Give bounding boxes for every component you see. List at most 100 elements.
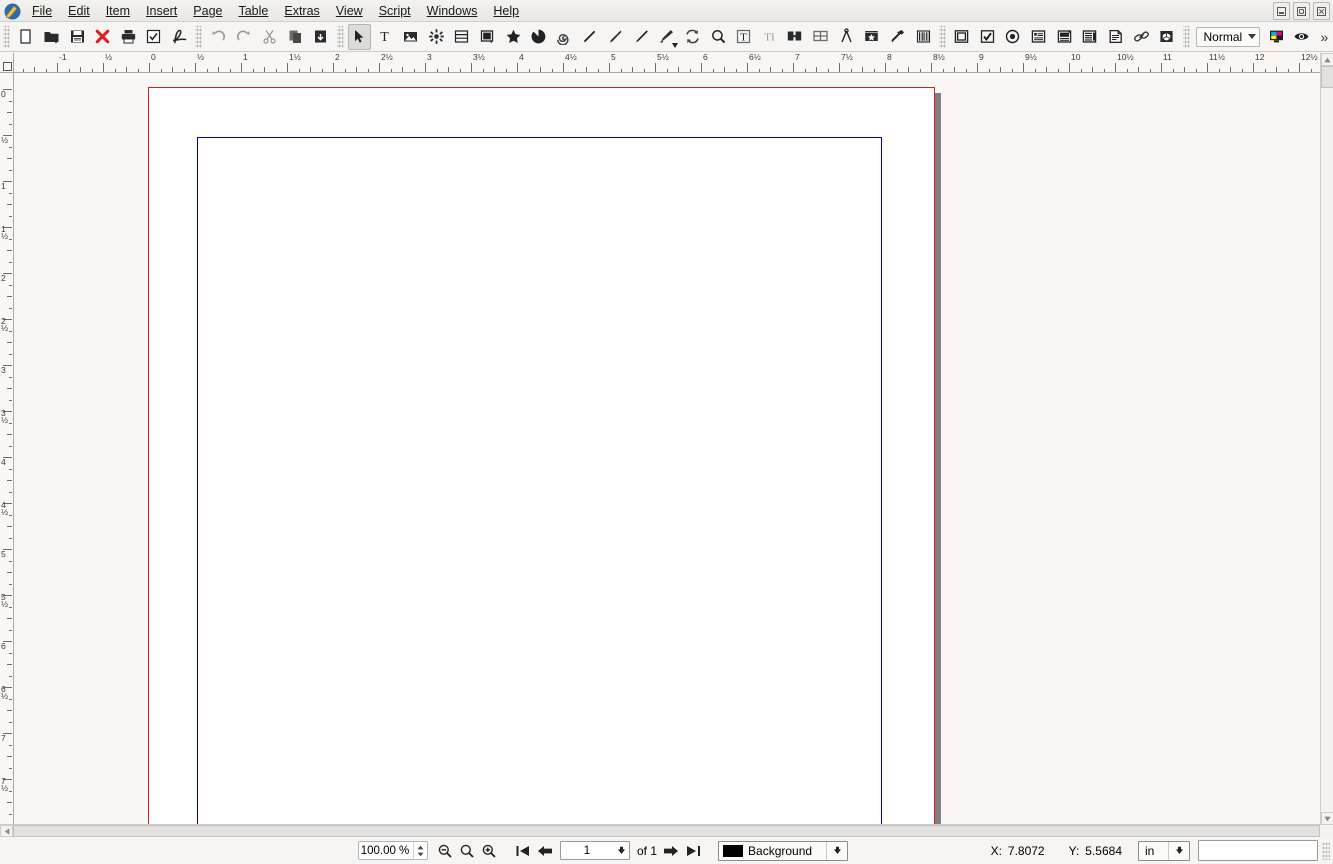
- go-first-page-icon[interactable]: [512, 840, 534, 861]
- ruler-origin-corner[interactable]: [0, 53, 14, 73]
- copy-item-properties-icon[interactable]: [860, 24, 884, 50]
- color-management-icon[interactable]: [1264, 24, 1288, 50]
- document-page[interactable]: [148, 87, 935, 825]
- page-number-dropdown-icon[interactable]: [613, 846, 629, 855]
- canvas-horizontal-scrollbar[interactable]: [0, 824, 1333, 837]
- insert-bezier-curve-icon[interactable]: [604, 24, 628, 50]
- ruler-label: 6: [1, 641, 6, 651]
- toolbar-grip-preview[interactable]: [1182, 25, 1190, 48]
- redo-icon[interactable]: [232, 24, 256, 50]
- insert-shape-icon[interactable]: [476, 24, 500, 50]
- rotate-item-icon[interactable]: [681, 24, 705, 50]
- pdf-text-annotation-icon[interactable]: [1104, 24, 1128, 50]
- unit-dropdown-icon[interactable]: [1168, 841, 1189, 860]
- document-canvas[interactable]: [14, 73, 1320, 825]
- insert-line-icon[interactable]: [578, 24, 602, 50]
- insert-image-frame-icon[interactable]: [399, 24, 423, 50]
- print-document-icon[interactable]: [117, 24, 141, 50]
- menu-windows[interactable]: Windows: [419, 0, 486, 24]
- unit-select-combo[interactable]: in: [1138, 840, 1190, 861]
- menu-file[interactable]: File: [24, 0, 60, 24]
- scroll-left-button[interactable]: [0, 825, 13, 837]
- canvas-vertical-scrollbar[interactable]: [1320, 53, 1333, 825]
- zoom-100-icon[interactable]: [456, 840, 478, 861]
- cut-icon[interactable]: [258, 24, 282, 50]
- calligraphic-line-icon[interactable]: [655, 24, 679, 50]
- menu-insert[interactable]: Insert: [138, 0, 185, 24]
- export-pdf-icon[interactable]: [168, 24, 192, 50]
- new-document-icon[interactable]: [14, 24, 38, 50]
- go-previous-page-icon[interactable]: [534, 840, 556, 861]
- toolbar-grip-pdf[interactable]: [938, 25, 946, 48]
- close-button[interactable]: [1313, 2, 1330, 20]
- zoom-in-icon[interactable]: [478, 840, 500, 861]
- page-number-field[interactable]: 1: [560, 841, 630, 860]
- minimize-button[interactable]: [1273, 2, 1290, 20]
- preview-quality-combo[interactable]: Normal: [1195, 26, 1261, 47]
- scroll-up-button[interactable]: [1321, 53, 1333, 66]
- layer-select-combo[interactable]: Background: [718, 840, 849, 861]
- close-document-icon[interactable]: [91, 24, 115, 50]
- unlink-text-frames-icon[interactable]: [809, 24, 833, 50]
- eye-dropper-icon[interactable]: [886, 24, 910, 50]
- menu-extras[interactable]: Extras: [276, 0, 327, 24]
- page-number-value[interactable]: 1: [561, 845, 613, 857]
- zoom-spinbox[interactable]: 100.00 %: [358, 841, 428, 860]
- insert-table-icon[interactable]: [450, 24, 474, 50]
- edit-contents-icon[interactable]: T: [732, 24, 756, 50]
- menu-page[interactable]: Page: [185, 0, 230, 24]
- toolbar-grip-edit[interactable]: [195, 25, 203, 48]
- menu-item[interactable]: Item: [98, 0, 138, 24]
- go-last-page-icon[interactable]: [682, 840, 704, 861]
- measurements-icon[interactable]: [834, 24, 858, 50]
- ruler-tick: [954, 67, 955, 72]
- freehand-line-icon[interactable]: [629, 24, 653, 50]
- insert-polygon-icon[interactable]: [501, 24, 525, 50]
- statusbar-resize-grip[interactable]: [1322, 841, 1330, 860]
- pdf-check-box-icon[interactable]: [976, 24, 1000, 50]
- menu-script[interactable]: Script: [371, 0, 419, 24]
- go-next-page-icon[interactable]: [660, 840, 682, 861]
- menu-table[interactable]: Table: [230, 0, 276, 24]
- insert-barcode-icon[interactable]: [911, 24, 935, 50]
- zoom-value[interactable]: 100.00 %: [359, 845, 413, 857]
- pdf-combo-box-icon[interactable]: [1052, 24, 1076, 50]
- pdf-radio-button-icon[interactable]: [1001, 24, 1025, 50]
- insert-text-frame-icon[interactable]: T: [373, 24, 397, 50]
- select-item-icon[interactable]: [347, 23, 372, 50]
- save-document-icon[interactable]: [65, 24, 89, 50]
- status-message-field[interactable]: [1198, 840, 1318, 861]
- open-document-icon[interactable]: [40, 24, 64, 50]
- ruler-tick: [7, 342, 12, 343]
- insert-render-frame-icon[interactable]: [424, 24, 448, 50]
- link-text-frames-icon[interactable]: [783, 24, 807, 50]
- insert-spiral-icon[interactable]: [553, 24, 577, 50]
- edit-text-story-editor-icon[interactable]: TI: [758, 24, 782, 50]
- scroll-thumb-horizontal[interactable]: [13, 825, 1320, 837]
- toolbar-grip-file[interactable]: [3, 25, 10, 48]
- layer-dropdown-icon[interactable]: [826, 841, 847, 860]
- undo-icon[interactable]: [206, 24, 230, 50]
- pdf-text-field-icon[interactable]: [1027, 24, 1051, 50]
- pdf-push-button-icon[interactable]: [950, 24, 974, 50]
- copy-icon[interactable]: [283, 24, 307, 50]
- menu-view[interactable]: View: [328, 0, 371, 24]
- zoom-out-icon[interactable]: [434, 840, 456, 861]
- pdf-list-box-icon[interactable]: [1078, 24, 1102, 50]
- menu-help[interactable]: Help: [485, 0, 527, 24]
- scroll-thumb-vertical[interactable]: [1321, 66, 1333, 88]
- pdf-link-annotation-icon[interactable]: [1129, 24, 1153, 50]
- zoom-spin-buttons[interactable]: [413, 842, 427, 859]
- insert-arc-icon[interactable]: [527, 24, 551, 50]
- toolbar-grip-tools[interactable]: [336, 25, 344, 48]
- horizontal-ruler[interactable]: -1 ½ 0 ½ 1 1½ 2 2½ 3 3½ 4 4½ 5 5½ 6 6½ 7 7½ 8 8½ 9 9½ 10 10½ 11 1…: [14, 53, 1320, 73]
- restore-button[interactable]: [1293, 2, 1310, 20]
- pdf-3d-annotation-icon[interactable]: [1155, 24, 1179, 50]
- zoom-icon[interactable]: [706, 24, 730, 50]
- toolbar-overflow-button[interactable]: »: [1315, 29, 1333, 45]
- preview-mode-eye-icon[interactable]: [1290, 24, 1314, 50]
- vertical-ruler[interactable]: 0½11½22½33½44½55½66½77½: [0, 73, 14, 825]
- paste-icon[interactable]: [309, 24, 333, 50]
- preflight-verifier-icon[interactable]: [142, 24, 166, 50]
- menu-edit[interactable]: Edit: [60, 0, 98, 24]
